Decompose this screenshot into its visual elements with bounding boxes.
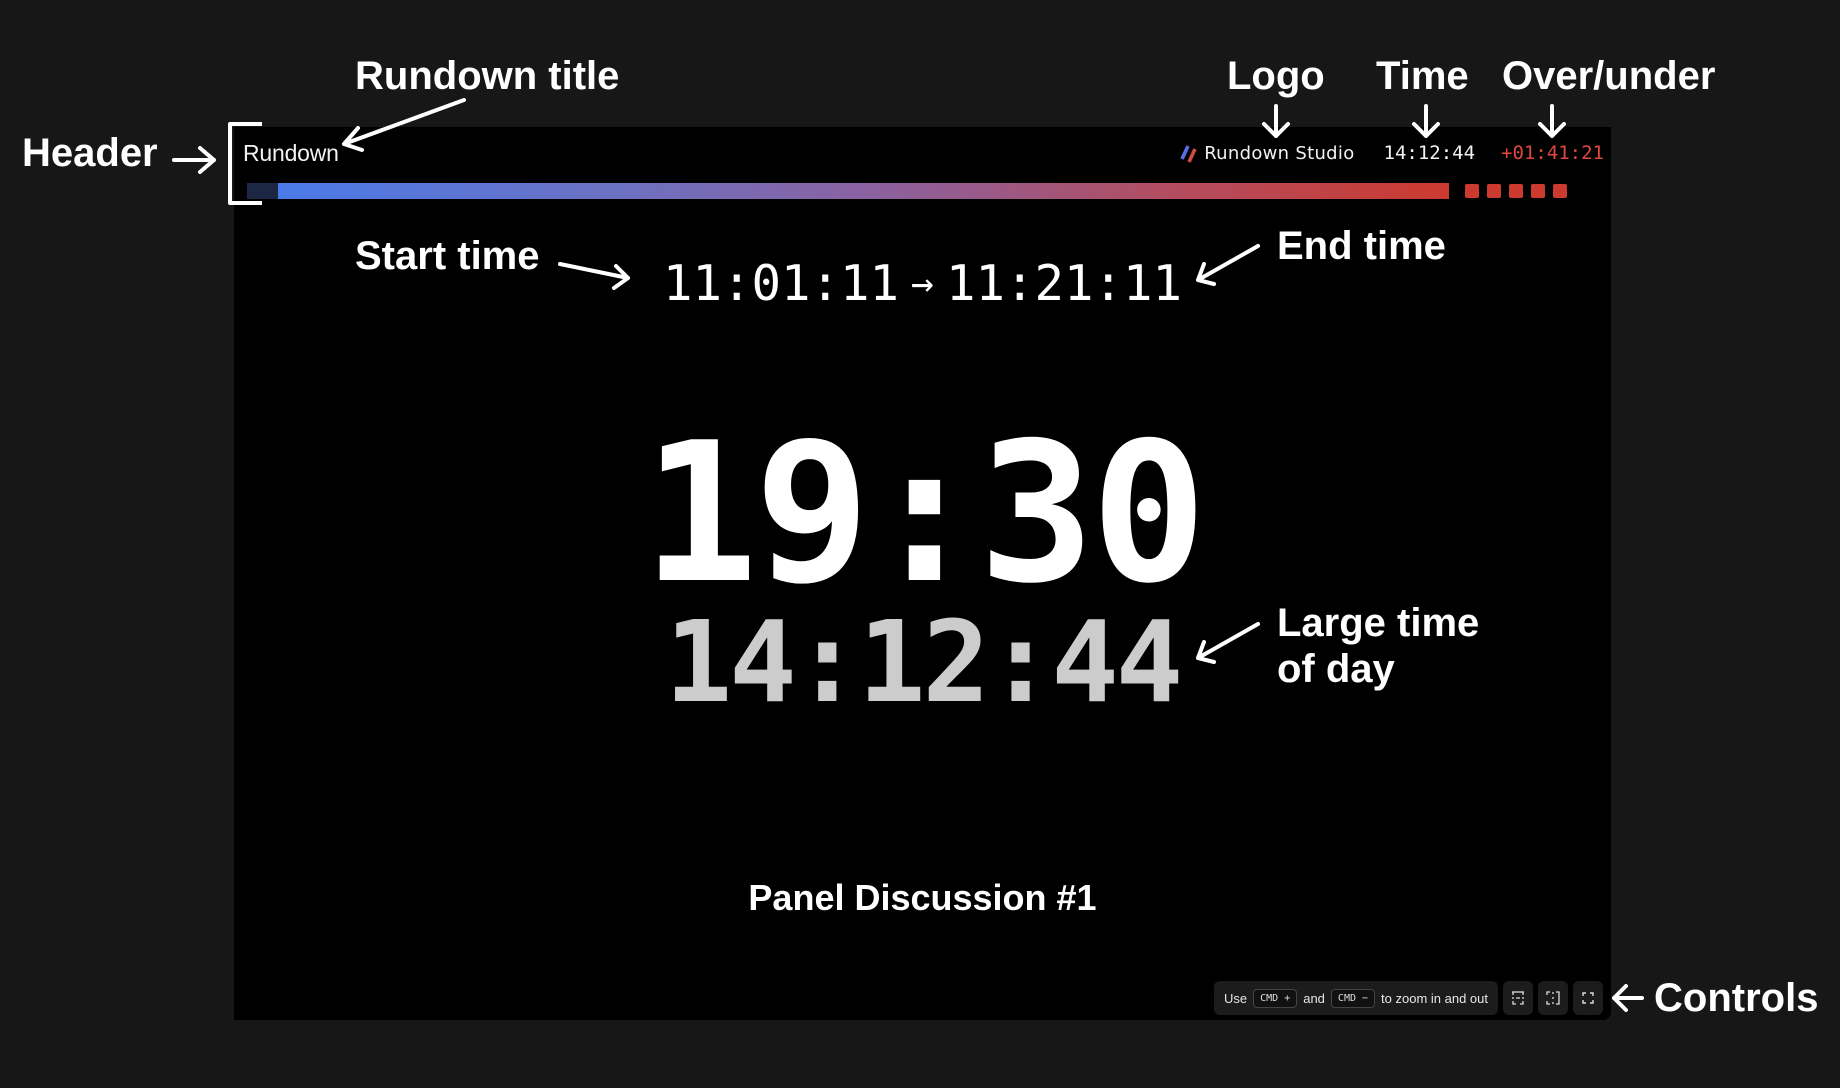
annotation-logo: Logo — [1227, 54, 1325, 98]
segment-title: Panel Discussion #1 — [748, 877, 1097, 918]
start-time: 11:01:11 — [663, 255, 900, 312]
header-right: Rundown Studio 14:12:44 +01:41:21 — [1178, 139, 1604, 167]
hint-suffix: to zoom in and out — [1381, 990, 1488, 1006]
annotation-rundown-title: Rundown title — [355, 54, 620, 98]
header-arrow — [172, 146, 216, 174]
kbd-zoom-out: CMD − — [1330, 988, 1376, 1008]
main-timer: 19:30 — [642, 401, 1207, 626]
fit-width-icon — [1546, 991, 1560, 1005]
annotation-large-time: Large time of day — [1277, 600, 1479, 692]
annotation-large-time-line1: Large time — [1277, 601, 1480, 645]
fit-width-button[interactable] — [1538, 981, 1568, 1015]
progress-fill — [278, 183, 1449, 199]
hint-and: and — [1303, 990, 1325, 1006]
end-time: 11:21:11 — [945, 255, 1182, 312]
annotation-controls: Controls — [1654, 976, 1819, 1020]
annotation-start-time: Start time — [355, 234, 540, 278]
slashes-logo-icon — [1180, 145, 1197, 163]
overtime-block — [1487, 184, 1501, 198]
logo: Rundown Studio — [1178, 142, 1354, 164]
overtime-block — [1553, 184, 1567, 198]
annotation-large-time-line2: of day — [1277, 647, 1395, 691]
overtime-indicators — [1465, 184, 1567, 198]
arrow-right-icon: → — [911, 261, 934, 305]
kbd-zoom-in: CMD + — [1253, 988, 1298, 1008]
annotation-over-under: Over/under — [1502, 54, 1716, 98]
over-under: +01:41:21 — [1501, 142, 1604, 164]
logo-text: Rundown Studio — [1204, 142, 1355, 164]
header-time: 14:12:44 — [1383, 142, 1476, 164]
hint-use: Use — [1223, 990, 1248, 1006]
zoom-hint: Use CMD + and CMD − to zoom in and out — [1213, 981, 1498, 1015]
controls-arrow — [1612, 984, 1644, 1012]
fullscreen-button[interactable] — [1573, 981, 1603, 1015]
annotation-header: Header — [22, 131, 158, 175]
overtime-block — [1465, 184, 1479, 198]
fit-height-icon — [1512, 991, 1524, 1005]
fullscreen-icon — [1582, 992, 1594, 1004]
controls: Use CMD + and CMD − to zoom in and out — [1213, 981, 1603, 1015]
overtime-block — [1509, 184, 1523, 198]
fit-height-button[interactable] — [1503, 981, 1533, 1015]
progress-bar — [247, 183, 1598, 199]
annotation-time: Time — [1376, 54, 1469, 98]
overtime-block — [1531, 184, 1545, 198]
rundown-title: Rundown — [243, 140, 339, 166]
annotation-end-time: End time — [1277, 224, 1446, 268]
